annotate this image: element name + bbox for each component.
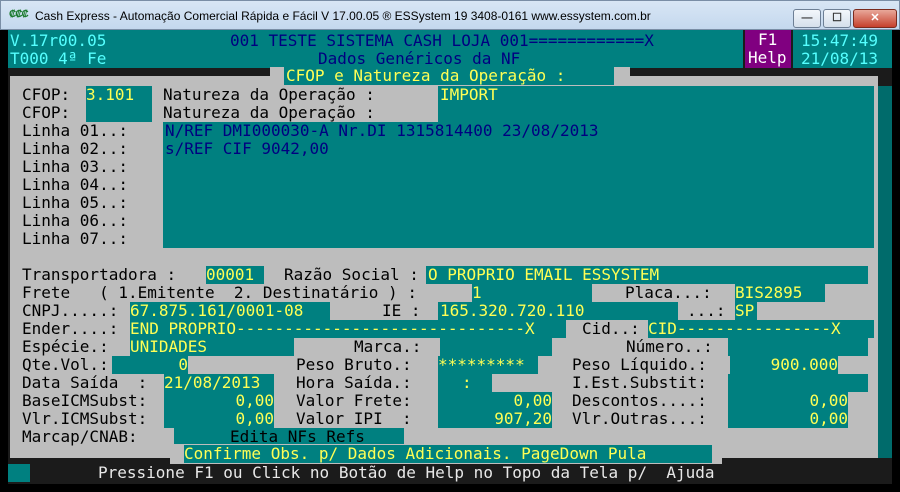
help-button[interactable]: F1 Help <box>745 30 791 68</box>
company-title: 001 TESTE SISTEMA CASH LOJA 001=========… <box>230 31 654 50</box>
clock-date: 21/08/13 <box>801 49 879 68</box>
descontos-field[interactable]: 0,00 <box>728 392 848 410</box>
frete-field[interactable]: 1 <box>472 284 592 302</box>
linha-05-label: Linha 05..: <box>22 193 128 212</box>
version-label: V.17r00.05 <box>10 31 107 50</box>
peso-bruto-field[interactable]: ********* <box>438 356 538 374</box>
minimize-button[interactable]: — <box>793 9 821 28</box>
cnpj-label: CNPJ.....: <box>22 301 119 320</box>
window-title: Cash Express - Automação Comercial Rápid… <box>35 9 651 23</box>
cid-field[interactable]: CID----------------X <box>648 320 874 338</box>
vlr-outras-label: Vlr.Outras...: <box>572 409 707 428</box>
peso-liquido-label: Peso Líquido.: <box>572 355 707 374</box>
placa-label: Placa...: <box>625 283 712 302</box>
ender-label: Ender....: <box>22 319 119 338</box>
linha-03-label: Linha 03..: <box>22 157 128 176</box>
transportadora-label: Transportadora : <box>22 265 177 284</box>
descontos-label: Descontos....: <box>572 391 707 410</box>
transportadora-field[interactable]: 00001 <box>206 266 264 284</box>
vlr-icms-label: Vlr.ICMSubst: <box>22 409 148 428</box>
linha-02-label: Linha 02..: <box>22 139 128 158</box>
marca-label: Marca.: <box>354 337 422 356</box>
confirm-message: Confirme Obs. p/ Dados Adicionais. PageD… <box>184 445 712 463</box>
data-saida-label: Data Saída : <box>22 373 148 392</box>
terminal-screen: V.17r00.05 T000 4ª Fe 001 TESTE SISTEMA … <box>8 30 892 484</box>
right-edge-strip <box>878 86 892 458</box>
valor-frete-field[interactable]: 0,00 <box>438 392 552 410</box>
iest-label: I.Est.Substit: <box>572 373 707 392</box>
razao-social-label: Razão Social : <box>284 265 419 284</box>
terminal-label: T000 4ª Fe <box>10 49 107 68</box>
ie-field[interactable]: 165.320.720.110 <box>438 302 678 320</box>
especie-field[interactable]: UNIDADES <box>130 338 294 356</box>
linha-02-value: s/REF CIF 9042,00 <box>165 139 329 158</box>
cfop2-field[interactable] <box>86 104 152 122</box>
numero-field[interactable] <box>728 338 868 356</box>
numero-label: Número..: <box>626 337 713 356</box>
clock-time: 15:47:49 <box>801 31 879 50</box>
qtevol-label: Qte.Vol.: <box>22 355 109 374</box>
natureza1-label: Natureza da Operação : <box>163 85 375 104</box>
base-icms-label: BaseICMSubst: <box>22 391 148 410</box>
status-cursor-block <box>8 464 30 482</box>
marca-field[interactable] <box>440 338 552 356</box>
razao-social-field[interactable]: O PROPRIO EMAIL ESSYSTEM <box>426 266 868 284</box>
uf-label: ...: <box>687 301 726 320</box>
window-titlebar: ₡₡₡ Cash Express - Automação Comercial R… <box>0 0 900 30</box>
linha-01-value: N/REF DMI000030-A Nr.DI 1315814400 23/08… <box>165 121 599 140</box>
valor-ipi-label: Valor IPI : <box>296 409 412 428</box>
especie-label: Espécie.: <box>22 337 109 356</box>
base-icms-field[interactable]: 0,00 <box>164 392 274 410</box>
cfop2-label: CFOP: <box>22 103 71 122</box>
hora-saida-field[interactable]: : <box>438 374 492 392</box>
ender-field[interactable]: END PROPRIO-----------------------------… <box>130 320 566 338</box>
vlr-outras-field[interactable]: 0,00 <box>728 410 848 428</box>
vlr-icms-field[interactable]: 0,00 <box>164 410 274 428</box>
close-button[interactable]: ✕ <box>853 9 897 28</box>
ie-label: IE : <box>382 301 421 320</box>
iest-field[interactable] <box>728 374 868 392</box>
cfop1-field[interactable]: 3.101 <box>86 86 152 104</box>
linha-06-label: Linha 06..: <box>22 211 128 230</box>
qtevol-field[interactable]: 0 <box>112 356 188 374</box>
hora-saida-label: Hora Saída.: <box>296 373 412 392</box>
help-hint: Pressione F1 ou Click no Botão de Help n… <box>98 463 715 482</box>
peso-bruto-label: Peso Bruto.: <box>296 355 412 374</box>
natureza1-field[interactable]: IMPORT <box>440 86 498 104</box>
peso-liquido-field[interactable]: 900.000 <box>730 356 838 374</box>
cfop1-label: CFOP: <box>22 85 71 104</box>
data-saida-field[interactable]: 21/08/2013 <box>164 374 274 392</box>
valor-frete-label: Valor Frete: <box>296 391 412 410</box>
natureza2-label: Natureza da Operação : <box>163 103 375 122</box>
linha-07-label: Linha 07..: <box>22 229 128 248</box>
linha-04-label: Linha 04..: <box>22 175 128 194</box>
frete-label: Frete ( 1.Emitente 2. Destinatário ) : <box>22 283 417 302</box>
linha-01-label: Linha 01..: <box>22 121 128 140</box>
valor-ipi-field[interactable]: 907,20 <box>438 410 552 428</box>
cnpj-field[interactable]: 67.875.161/0001-08 <box>130 302 330 320</box>
app-icon: ₡₡₡ <box>9 9 29 20</box>
marcap-label: Marcap/CNAB: <box>22 427 138 446</box>
help-label: Help <box>748 48 787 67</box>
f1-label: F1 <box>758 30 778 49</box>
placa-field[interactable]: BIS2895 <box>735 284 825 302</box>
cid-label: Cid..: <box>582 319 640 338</box>
uf-field[interactable]: SP <box>735 302 757 320</box>
dialog-title: CFOP e Natureza da Operação : <box>286 66 566 85</box>
maximize-button[interactable]: ☐ <box>823 9 851 28</box>
natureza-field-bg <box>438 86 874 122</box>
